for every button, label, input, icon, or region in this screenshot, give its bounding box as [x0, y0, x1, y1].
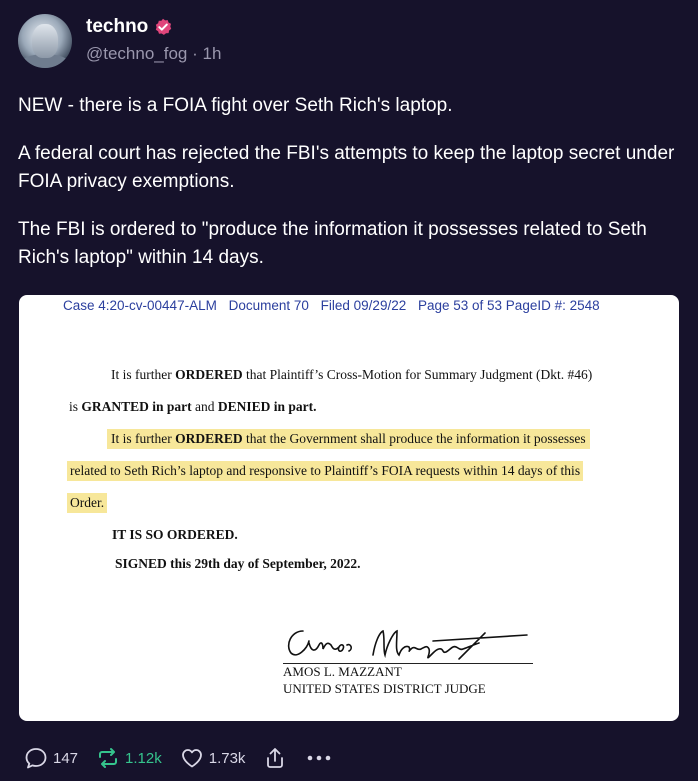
handle-row: @techno_fog · 1h: [86, 44, 221, 64]
highlighted-line-3: It is further ORDERED that the Governmen…: [107, 429, 590, 449]
highlighted-line-5: Order.: [67, 493, 108, 513]
heart-icon: [181, 749, 202, 768]
more-options-icon: [308, 755, 331, 761]
judge-name: AMOS L. MAZZANT: [283, 664, 402, 679]
filed-date: Filed 09/29/22: [320, 298, 407, 313]
attached-document-image[interactable]: Case 4:20-cv-00447-ALM Document 70 Filed…: [19, 295, 679, 721]
page-info: Page 53 of 53 PageID #: 2548: [417, 298, 600, 313]
text-run: GRANTED in part: [81, 399, 192, 414]
post-actions: 147 1.12k 1.73k: [24, 746, 351, 770]
text-run: It is further: [111, 431, 176, 446]
like-button[interactable]: 1.73k: [180, 746, 246, 770]
reply-count: 147: [53, 749, 79, 767]
text-run: DENIED in part.: [217, 399, 317, 414]
author-name[interactable]: techno: [86, 16, 148, 38]
text-run: ORDERED: [175, 431, 243, 446]
highlighted-line-4: related to Seth Rich’s laptop and respon…: [67, 461, 584, 481]
order-line-1: It is further ORDERED that Plaintiff’s C…: [111, 367, 592, 383]
order-line-2: is GRANTED in part and DENIED in part.: [69, 399, 317, 415]
reply-icon: [25, 748, 47, 769]
post-text: NEW - there is a FOIA fight over Seth Ri…: [18, 92, 678, 292]
avatar[interactable]: [18, 14, 72, 68]
case-number: Case 4:20-cv-00447-ALM: [63, 298, 217, 313]
repost-count: 1.12k: [125, 749, 162, 767]
reply-button[interactable]: 147: [24, 746, 78, 770]
repost-icon: [99, 748, 118, 768]
post-paragraph: A federal court has rejected the FBI's a…: [18, 143, 675, 192]
verified-badge-icon: [154, 18, 172, 36]
text-run: It is further: [111, 367, 176, 382]
post-paragraph: NEW - there is a FOIA fight over Seth Ri…: [18, 95, 453, 116]
post-time[interactable]: 1h: [203, 44, 222, 63]
document-header: Case 4:20-cv-00447-ALM Document 70 Filed…: [63, 298, 608, 313]
author-meta: techno @techno_fog · 1h: [86, 14, 221, 64]
share-button[interactable]: [263, 746, 287, 770]
like-count: 1.73k: [208, 749, 246, 767]
judge-title: UNITED STATES DISTRICT JUDGE: [283, 681, 486, 696]
post-paragraph: The FBI is ordered to "produce the infor…: [18, 219, 647, 268]
text-run: ORDERED: [175, 367, 243, 382]
share-icon: [267, 748, 284, 768]
separator-dot: ·: [192, 44, 198, 63]
handwritten-signature: [287, 629, 528, 660]
text-run: and: [191, 399, 218, 414]
so-ordered: IT IS SO ORDERED.: [112, 527, 238, 542]
text-run: is: [69, 399, 82, 414]
repost-button[interactable]: 1.12k: [96, 746, 162, 770]
text-run: that Plaintiff’s Cross-Motion for Summar…: [242, 367, 593, 382]
signed-date: SIGNED this 29th day of September, 2022.: [115, 556, 361, 571]
author-handle[interactable]: @techno_fog: [86, 44, 187, 63]
more-options-button[interactable]: [305, 746, 333, 770]
post-header: techno @techno_fog · 1h: [18, 14, 221, 68]
text-run: that the Government shall produce the in…: [242, 431, 586, 446]
document-number: Document 70: [228, 298, 309, 313]
